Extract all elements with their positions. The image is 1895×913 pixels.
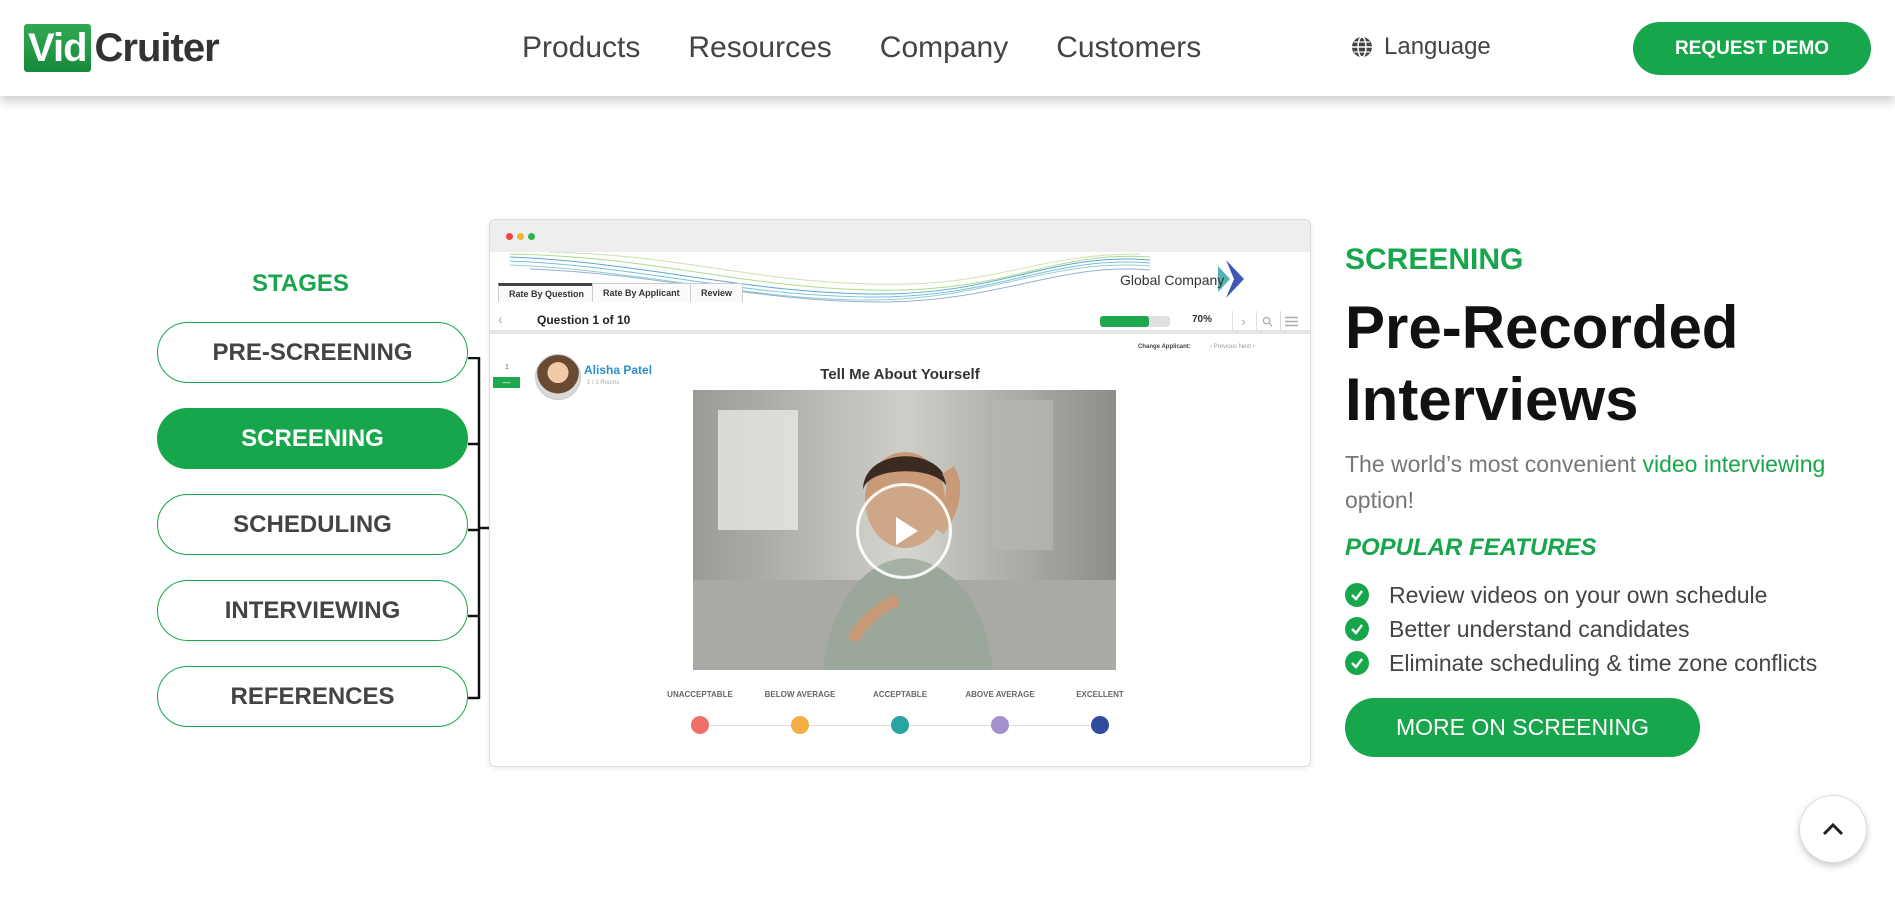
rating-label-above-average: ABOVE AVERAGE [965,690,1035,699]
rating-label-unacceptable: UNACCEPTABLE [667,690,733,699]
maximize-dot-icon [528,233,535,240]
change-applicant-label: Change Applicant: [1138,344,1191,350]
interview-video[interactable] [693,390,1116,670]
chevron-right-icon[interactable]: › [1232,311,1254,331]
tab-review[interactable]: Review [690,283,744,302]
vidcruiter-logo[interactable]: Vid Cruiter [24,24,220,72]
feature-item: Eliminate scheduling & time zone conflic… [1345,646,1817,680]
stage-references[interactable]: REFERENCES [157,666,468,727]
rating-dot-acceptable[interactable] [891,716,909,734]
window-titlebar [490,220,1310,252]
progress-fill [1100,316,1149,327]
minimize-dot-icon [517,233,524,240]
check-circle-icon [1345,651,1369,675]
section-label: SCREENING [1345,243,1524,276]
rating-dot-above-average[interactable] [991,716,1009,734]
video-title: Tell Me About Yourself [820,366,980,383]
popular-features-title: POPULAR FEATURES [1345,534,1597,561]
language-label: Language [1384,33,1491,60]
nav-company[interactable]: Company [880,28,1008,68]
more-on-screening-button[interactable]: MORE ON SCREENING [1345,698,1700,757]
nav-products[interactable]: Products [522,28,640,68]
candidate-subtext: 1 / 1 Rooms [587,380,620,386]
subheadline: The world’s most convenient video interv… [1345,446,1865,518]
site-header: Vid Cruiter Products Resources Company C… [0,0,1895,96]
feature-text: Eliminate scheduling & time zone conflic… [1389,649,1818,676]
play-button[interactable] [856,483,952,579]
scroll-to-top-button[interactable] [1800,796,1866,862]
page-headline: Pre-Recorded Interviews [1345,294,1739,433]
check-circle-icon [1345,583,1369,607]
progress-label: 70% [1192,314,1213,325]
feature-text: Better understand candidates [1389,615,1690,642]
change-applicant-nav[interactable]: ‹ Previous Next › [1210,344,1255,350]
stage-interviewing[interactable]: INTERVIEWING [157,580,468,641]
rating-dot-unacceptable[interactable] [691,716,709,734]
close-dot-icon [506,233,513,240]
side-tag[interactable]: — [493,377,520,388]
check-circle-icon [1345,617,1369,641]
stages-title: STAGES [252,270,349,297]
logo-cruiter: Cruiter [94,26,220,70]
tab-rate-by-applicant[interactable]: Rate By Applicant [592,283,691,302]
tab-rate-by-question[interactable]: Rate By Question [498,283,596,302]
language-selector[interactable]: Language [1350,33,1491,61]
stage-screening[interactable]: SCREENING [157,408,468,469]
rating-label-below-average: BELOW AVERAGE [764,690,836,699]
main-nav: Products Resources Company Customers [522,28,1201,68]
progress-bar [1100,316,1170,327]
rating-label-excellent: EXCELLENT [1076,690,1124,699]
stage-scheduling[interactable]: SCHEDULING [157,494,468,555]
side-number: 1 [505,364,509,371]
subheadline-after: option! [1345,487,1415,513]
play-icon [896,517,918,545]
request-demo-button[interactable]: REQUEST DEMO [1633,22,1871,75]
rating-label-acceptable: ACCEPTABLE [872,690,928,699]
screening-preview: Global Company Rate By Question Rate By … [489,219,1311,767]
search-icon[interactable] [1256,311,1278,331]
chevron-up-icon [1822,822,1844,836]
globe-icon [1352,36,1372,58]
logo-vid: Vid [24,24,91,72]
feature-item: Better understand candidates [1345,612,1817,646]
rating-dot-below-average[interactable] [791,716,809,734]
menu-icon[interactable] [1280,311,1302,331]
nav-customers[interactable]: Customers [1056,28,1201,68]
video-interviewing-link[interactable]: video interviewing [1642,451,1825,477]
candidate-avatar [535,354,581,400]
nav-resources[interactable]: Resources [688,28,831,68]
rating-dot-excellent[interactable] [1091,716,1109,734]
stage-pre-screening[interactable]: PRE-SCREENING [157,322,468,383]
candidate-name[interactable]: Alisha Patel [584,363,652,377]
question-bar: ‹ Question 1 of 10 70% › [490,308,1310,334]
company-name: Global Company [1120,272,1225,288]
subheadline-before: The world’s most convenient [1345,451,1643,477]
question-counter: Question 1 of 10 [537,313,631,327]
feature-item: Review videos on your own schedule [1345,578,1817,612]
chevron-left-icon[interactable]: ‹ [498,311,503,327]
features-list: Review videos on your own schedule Bette… [1345,578,1817,680]
feature-text: Review videos on your own schedule [1389,581,1768,608]
